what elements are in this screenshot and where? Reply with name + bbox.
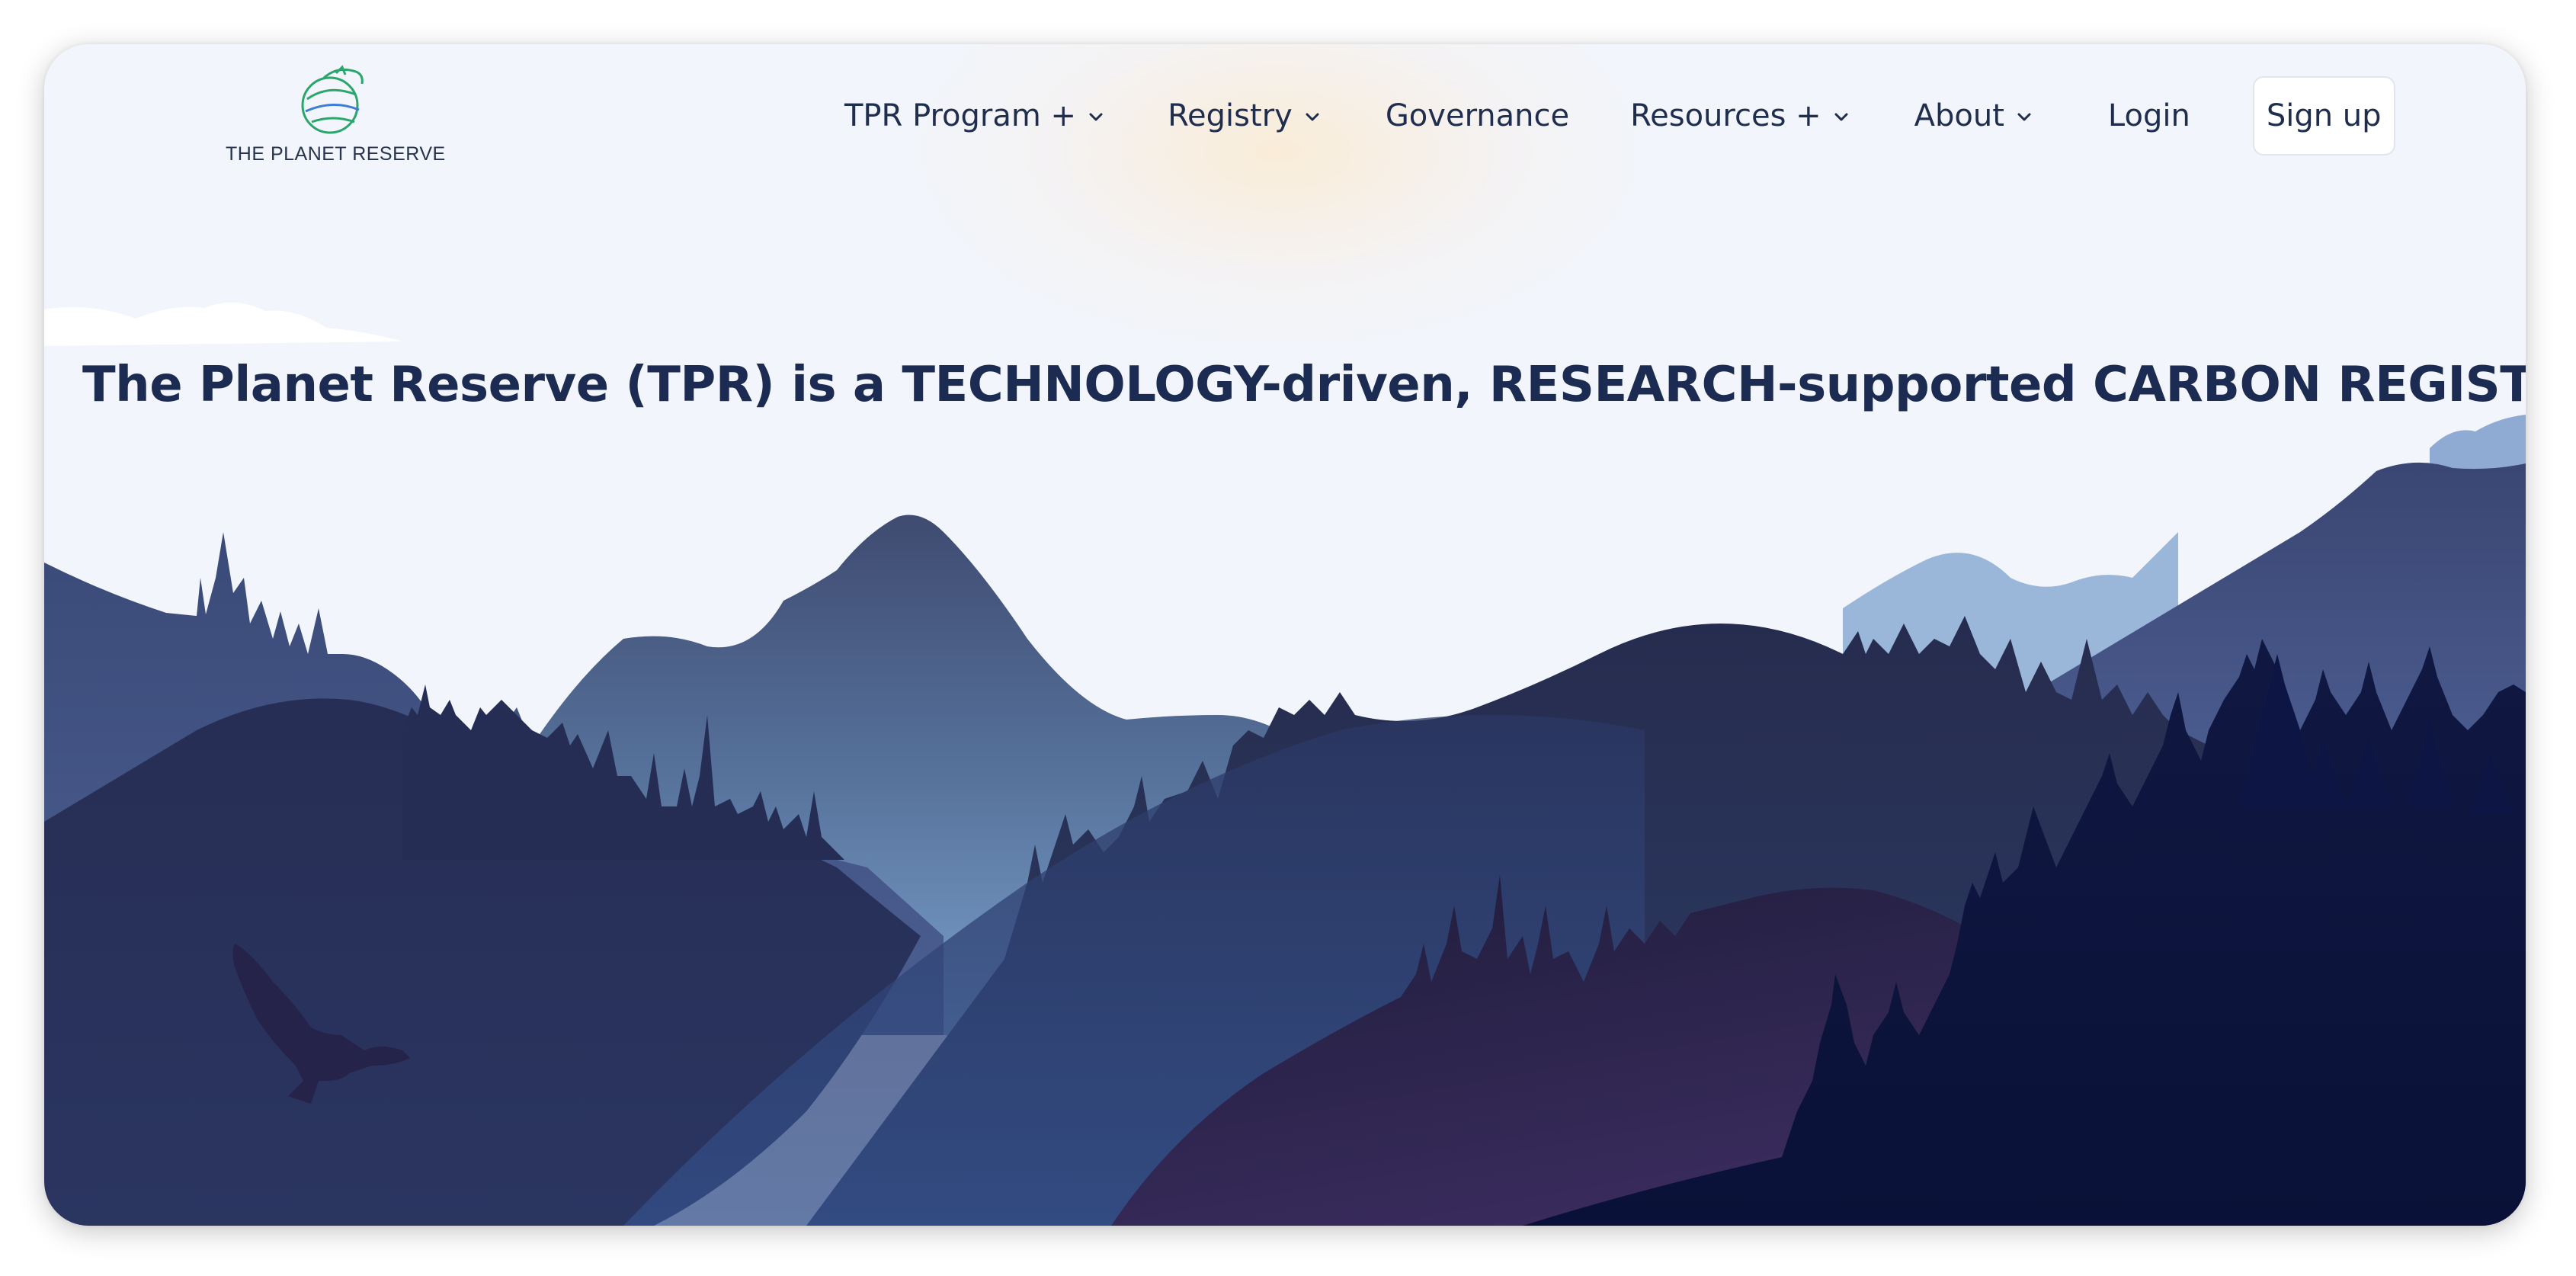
chevron-down-icon [1306, 113, 1319, 121]
main-nav: TPR Program + Registry Governance Resour… [844, 76, 2395, 155]
nav-governance[interactable]: Governance [1386, 98, 1569, 133]
nav-resources[interactable]: Resources + [1630, 98, 1850, 133]
nav-resources-label: Resources + [1630, 98, 1821, 133]
hero-headline: The Planet Reserve (TPR) is a TECHNOLOGY… [82, 357, 2526, 413]
nav-login-label: Login [2107, 98, 2190, 133]
nav-about-label: About [1914, 98, 2004, 133]
hero-frame: THE PLANET RESERVE TPR Program + Registr… [44, 44, 2526, 1226]
brand-logo[interactable]: THE PLANET RESERVE [226, 61, 446, 213]
nav-about[interactable]: About [1914, 98, 2033, 133]
nav-governance-label: Governance [1385, 98, 1570, 133]
globe-swirl-logo-icon [301, 65, 364, 134]
cloud-shape [44, 302, 402, 346]
nav-registry[interactable]: Registry [1168, 98, 1322, 133]
nav-registry-label: Registry [1168, 98, 1293, 133]
chevron-down-icon [1089, 113, 1103, 121]
chevron-down-icon [1834, 113, 1848, 121]
nav-tpr-program[interactable]: TPR Program + [844, 98, 1105, 133]
nav-login[interactable]: Login [2108, 98, 2190, 133]
mountain-landscape-illustration [44, 302, 2526, 1226]
distant-mountain-tip [2430, 415, 2526, 471]
brand-name: THE PLANET RESERVE [226, 143, 446, 165]
signup-button[interactable]: Sign up [2252, 76, 2395, 155]
nav-tpr-program-label: TPR Program + [844, 98, 1077, 133]
chevron-down-icon [2017, 113, 2031, 121]
